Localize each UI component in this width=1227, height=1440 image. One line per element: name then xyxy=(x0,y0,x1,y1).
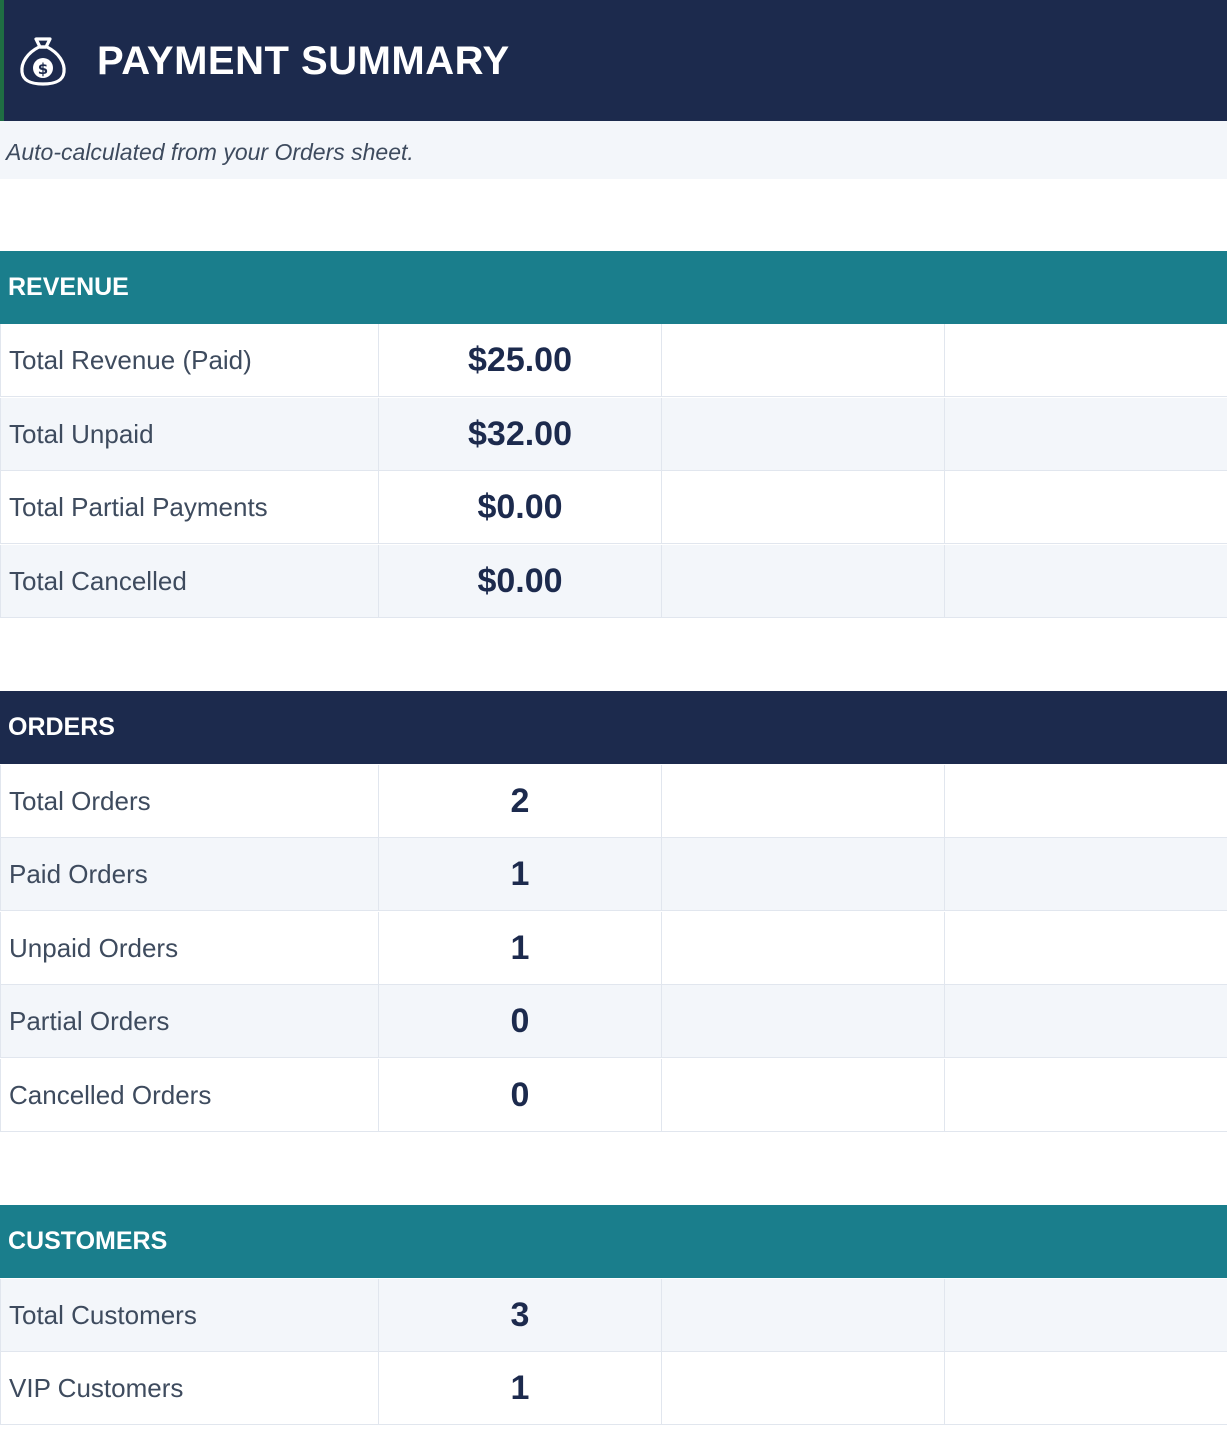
label-cell[interactable]: Total Orders xyxy=(0,765,379,838)
value-cell[interactable]: 0 xyxy=(379,1059,662,1132)
value-cell[interactable]: 1 xyxy=(379,1352,662,1425)
row-label: Total Customers xyxy=(9,1300,197,1330)
section-title-revenue: REVENUE xyxy=(8,273,129,301)
value-cell[interactable]: $0.00 xyxy=(379,471,662,544)
row-label: Total Partial Payments xyxy=(9,492,268,522)
row-label: Total Orders xyxy=(9,786,151,816)
empty-cell[interactable] xyxy=(945,765,1227,838)
orders-row: Unpaid Orders 1 xyxy=(0,912,1227,985)
row-label: Partial Orders xyxy=(9,1006,170,1036)
section-header-orders: ORDERS xyxy=(0,691,1227,764)
empty-cell[interactable] xyxy=(662,1059,945,1132)
empty-cell[interactable] xyxy=(945,1279,1227,1352)
row-value: 3 xyxy=(510,1296,530,1334)
value-cell[interactable]: 1 xyxy=(379,838,662,911)
section-title-orders: ORDERS xyxy=(8,713,115,741)
row-label: VIP Customers xyxy=(9,1373,184,1403)
row-value: 2 xyxy=(510,782,530,820)
row-label: Total Cancelled xyxy=(9,566,187,596)
row-value: 1 xyxy=(510,929,530,967)
row-value: 0 xyxy=(510,1002,530,1040)
customers-row: Total Customers 3 xyxy=(0,1279,1227,1352)
svg-text:$: $ xyxy=(38,60,48,78)
orders-row: Paid Orders 1 xyxy=(0,838,1227,911)
empty-cell[interactable] xyxy=(662,1352,945,1425)
value-cell[interactable]: 1 xyxy=(379,912,662,985)
row-value: $25.00 xyxy=(468,341,572,379)
row-label: Paid Orders xyxy=(9,859,148,889)
section-header-customers: CUSTOMERS xyxy=(0,1205,1227,1278)
revenue-row: Total Cancelled $0.00 xyxy=(0,545,1227,618)
value-cell[interactable]: $32.00 xyxy=(379,398,662,471)
empty-cell[interactable] xyxy=(945,912,1227,985)
empty-cell[interactable] xyxy=(662,985,945,1058)
empty-cell[interactable] xyxy=(945,985,1227,1058)
empty-cell[interactable] xyxy=(662,398,945,471)
label-cell[interactable]: Unpaid Orders xyxy=(0,912,379,985)
section-title-customers: CUSTOMERS xyxy=(8,1227,168,1255)
empty-cell[interactable] xyxy=(662,1279,945,1352)
money-bag-icon: $ xyxy=(20,37,66,86)
empty-cell[interactable] xyxy=(945,1059,1227,1132)
label-cell[interactable]: Total Partial Payments xyxy=(0,471,379,544)
value-cell[interactable]: $0.00 xyxy=(379,545,662,618)
revenue-row: Total Unpaid $32.00 xyxy=(0,398,1227,471)
row-value: $0.00 xyxy=(477,562,563,600)
revenue-row: Total Revenue (Paid) $25.00 xyxy=(0,324,1227,397)
row-value: $0.00 xyxy=(477,488,563,526)
empty-cell[interactable] xyxy=(662,545,945,618)
empty-cell[interactable] xyxy=(945,545,1227,618)
row-label: Total Revenue (Paid) xyxy=(9,345,252,375)
orders-row: Partial Orders 0 xyxy=(0,985,1227,1058)
label-cell[interactable]: Partial Orders xyxy=(0,985,379,1058)
selected-cell-edge xyxy=(0,0,4,121)
value-cell[interactable]: $25.00 xyxy=(379,324,662,397)
value-cell[interactable]: 3 xyxy=(379,1279,662,1352)
label-cell[interactable]: Total Cancelled xyxy=(0,545,379,618)
label-cell[interactable]: Total Unpaid xyxy=(0,398,379,471)
empty-cell[interactable] xyxy=(662,324,945,397)
label-cell[interactable]: Paid Orders xyxy=(0,838,379,911)
orders-row: Total Orders 2 xyxy=(0,765,1227,838)
row-value: $32.00 xyxy=(468,415,572,453)
empty-cell[interactable] xyxy=(662,912,945,985)
label-cell[interactable]: Total Customers xyxy=(0,1279,379,1352)
subtitle: Auto-calculated from your Orders sheet. xyxy=(6,139,414,165)
row-value: 1 xyxy=(510,1369,530,1407)
section-header-revenue: REVENUE xyxy=(0,251,1227,324)
value-cell[interactable]: 2 xyxy=(379,765,662,838)
empty-cell[interactable] xyxy=(662,838,945,911)
empty-cell[interactable] xyxy=(945,838,1227,911)
row-value: 1 xyxy=(510,855,530,893)
orders-row: Cancelled Orders 0 xyxy=(0,1059,1227,1132)
row-label: Unpaid Orders xyxy=(9,933,179,963)
empty-cell[interactable] xyxy=(945,324,1227,397)
revenue-row: Total Partial Payments $0.00 xyxy=(0,471,1227,544)
value-cell[interactable]: 0 xyxy=(379,985,662,1058)
row-label: Cancelled Orders xyxy=(9,1080,212,1110)
label-cell[interactable]: Cancelled Orders xyxy=(0,1059,379,1132)
empty-cell[interactable] xyxy=(945,1352,1227,1425)
empty-cell[interactable] xyxy=(945,471,1227,544)
title-bar: $ PAYMENT SUMMARY xyxy=(0,0,1227,121)
page-title: PAYMENT SUMMARY xyxy=(97,39,510,83)
empty-cell[interactable] xyxy=(662,765,945,838)
customers-row: VIP Customers 1 xyxy=(0,1352,1227,1425)
label-cell[interactable]: VIP Customers xyxy=(0,1352,379,1425)
empty-cell[interactable] xyxy=(662,471,945,544)
label-cell[interactable]: Total Revenue (Paid) xyxy=(0,324,379,397)
row-label: Total Unpaid xyxy=(9,419,154,449)
payment-summary-sheet: $ PAYMENT SUMMARY Auto-calculated from y… xyxy=(0,0,1227,1440)
row-value: 0 xyxy=(510,1076,530,1114)
empty-cell[interactable] xyxy=(945,398,1227,471)
